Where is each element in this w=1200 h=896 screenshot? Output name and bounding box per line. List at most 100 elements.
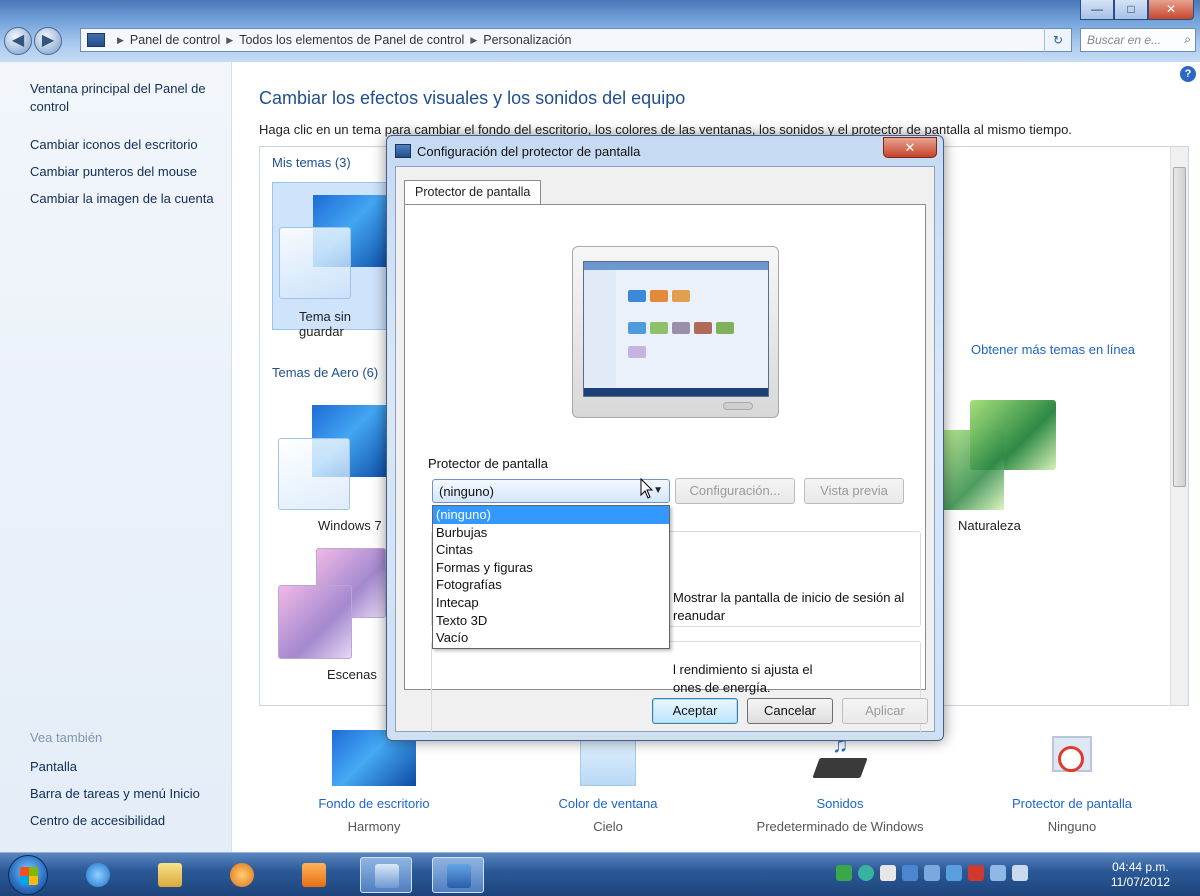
volume-icon[interactable]	[1012, 865, 1028, 881]
search-icon: ⌕	[1184, 32, 1191, 46]
my-themes-heading: Mis temas (3)	[272, 155, 351, 170]
breadcrumb-panel-de-control[interactable]: Panel de control	[130, 33, 220, 47]
theme-thumbnail	[278, 585, 352, 659]
preview-screen	[583, 261, 769, 397]
folder-icon	[158, 863, 182, 887]
screensaver-link[interactable]: Protector de pantalla Ninguno	[982, 730, 1162, 834]
page-title: Cambiar los efectos visuales y los sonid…	[259, 88, 686, 108]
tray-app-icon[interactable]	[880, 865, 896, 881]
dropdown-option[interactable]: Fotografías	[433, 576, 669, 594]
breadcrumb-arrow-icon: ▶	[117, 34, 124, 45]
dropdown-option[interactable]: (ninguno)	[433, 506, 669, 524]
theme-thumbnail-glass	[279, 227, 351, 299]
tray-app-icon[interactable]	[858, 865, 874, 881]
sidebar-link-mouse-pointers[interactable]: Cambiar punteros del mouse	[30, 163, 226, 181]
dropdown-option[interactable]: Cintas	[433, 541, 669, 559]
taskbar-media-player[interactable]	[216, 857, 268, 893]
outlook-icon	[302, 863, 326, 887]
window-controls: — □ ✕	[1080, 0, 1194, 20]
tab-screensaver[interactable]: Protector de pantalla	[404, 180, 542, 204]
monitor-icon	[447, 864, 471, 888]
screensaver-preview	[572, 246, 779, 418]
window-titlebar: — □ ✕ ◀ ▶ ▶ Panel de control ▶ Todos los…	[0, 0, 1200, 62]
close-button[interactable]: ✕	[1148, 0, 1194, 20]
sidebar-link-account-picture[interactable]: Cambiar la imagen de la cuenta	[30, 190, 226, 208]
taskbar-internet-explorer[interactable]	[72, 857, 124, 893]
ok-button[interactable]: Aceptar	[652, 698, 738, 724]
monitor-icon	[395, 144, 411, 158]
breadcrumb-todos-los-elementos[interactable]: Todos los elementos de Panel de control	[239, 33, 464, 47]
power-text: l rendimiento si ajusta el	[673, 662, 813, 677]
network-icon[interactable]	[990, 865, 1006, 881]
media-player-icon	[230, 863, 254, 887]
breadcrumb-personalizacion[interactable]: Personalización	[483, 33, 571, 47]
control-panel-icon	[87, 33, 105, 47]
theme-name: Escenas	[327, 667, 377, 682]
settings-button[interactable]: Configuración...	[675, 478, 795, 504]
sidebar-link-accessibility[interactable]: Centro de accesibilidad	[30, 812, 226, 830]
address-bar[interactable]: ▶ Panel de control ▶ Todos los elementos…	[80, 28, 1072, 52]
sidebar-link-display[interactable]: Pantalla	[30, 758, 226, 776]
dialog-close-button[interactable]: ✕	[883, 137, 937, 158]
control-panel-icon	[375, 864, 399, 888]
theme-thumbnail	[944, 430, 1004, 510]
dropdown-option[interactable]: Burbujas	[433, 524, 669, 542]
start-button[interactable]	[8, 855, 48, 895]
system-tray	[836, 865, 1028, 881]
tray-app-icon[interactable]	[924, 865, 940, 881]
breadcrumb-arrow-icon: ▶	[470, 34, 478, 45]
resume-text: Mostrar la pantalla de inicio de sesión …	[673, 590, 905, 605]
theme-name: Tema sin guardar	[299, 309, 352, 339]
refresh-button[interactable]: ↻	[1044, 28, 1072, 52]
theme-thumbnail-glass	[278, 438, 350, 510]
desktop-background-link[interactable]: Fondo de escritorio Harmony	[284, 730, 464, 834]
theme-list-scrollbar[interactable]	[1170, 147, 1188, 705]
screensaver-group-title: Protector de pantalla	[426, 456, 550, 471]
apply-button[interactable]: Aplicar	[842, 698, 928, 724]
preview-button[interactable]: Vista previa	[804, 478, 904, 504]
sidebar: Ventana principal del Panel de control C…	[0, 62, 232, 852]
screensaver-dropdown-list: (ninguno) Burbujas Cintas Formas y figur…	[432, 505, 670, 649]
sounds-link[interactable]: ♫ Sonidos Predeterminado de Windows	[750, 730, 930, 834]
dropdown-option[interactable]: Texto 3D	[433, 612, 669, 630]
screensaver-dialog: Configuración del protector de pantalla …	[386, 135, 944, 741]
power-text-2: ones de energía.	[673, 680, 771, 695]
cancel-button[interactable]: Cancelar	[747, 698, 833, 724]
sidebar-link-taskbar[interactable]: Barra de tareas y menú Inicio	[30, 785, 226, 803]
minimize-button[interactable]: —	[1080, 0, 1114, 20]
search-input[interactable]: Buscar en e... ⌕	[1080, 28, 1196, 52]
sidebar-link-desktop-icons[interactable]: Cambiar iconos del escritorio	[30, 136, 226, 154]
dropdown-option[interactable]: Vacío	[433, 629, 669, 647]
tray-flag-icon[interactable]	[968, 865, 984, 881]
taskbar: 04:44 p.m. 11/07/2012	[0, 852, 1200, 896]
resume-text-2: reanudar	[673, 608, 726, 623]
dropdown-option[interactable]: Formas y figuras	[433, 559, 669, 577]
tray-app-icon[interactable]	[946, 865, 962, 881]
breadcrumb-arrow-icon: ▶	[226, 34, 234, 45]
taskbar-screensaver-dialog[interactable]	[432, 857, 484, 893]
mouse-cursor-icon	[640, 478, 654, 499]
dialog-title: Configuración del protector de pantalla	[417, 144, 641, 159]
taskbar-explorer[interactable]	[144, 857, 196, 893]
back-button[interactable]: ◀	[4, 27, 32, 55]
screensaver-icon	[1048, 730, 1096, 786]
tray-app-icon[interactable]	[836, 865, 852, 881]
taskbar-outlook[interactable]	[288, 857, 340, 893]
clock[interactable]: 04:44 p.m. 11/07/2012	[1111, 860, 1170, 890]
window-color-link[interactable]: Color de ventana Cielo	[518, 730, 698, 834]
internet-explorer-icon	[86, 863, 110, 887]
dropdown-option[interactable]: Intecap	[433, 594, 669, 612]
tray-app-icon[interactable]	[902, 865, 918, 881]
help-icon[interactable]: ?	[1180, 66, 1196, 82]
theme-unsaved[interactable]: Tema sin guardar	[272, 182, 396, 339]
windows-logo-icon	[20, 867, 38, 885]
forward-button[interactable]: ▶	[34, 27, 62, 55]
screensaver-select[interactable]: (ninguno) ▼	[432, 479, 670, 503]
chevron-down-icon: ▼	[653, 485, 663, 496]
theme-name: Naturaleza	[958, 518, 1021, 533]
taskbar-control-panel[interactable]	[360, 857, 412, 893]
more-themes-link[interactable]: Obtener más temas en línea	[971, 342, 1135, 357]
maximize-button[interactable]: □	[1114, 0, 1148, 20]
sidebar-link-main-panel[interactable]: Ventana principal del Panel de control	[30, 80, 226, 116]
aero-themes-heading: Temas de Aero (6)	[272, 365, 379, 380]
